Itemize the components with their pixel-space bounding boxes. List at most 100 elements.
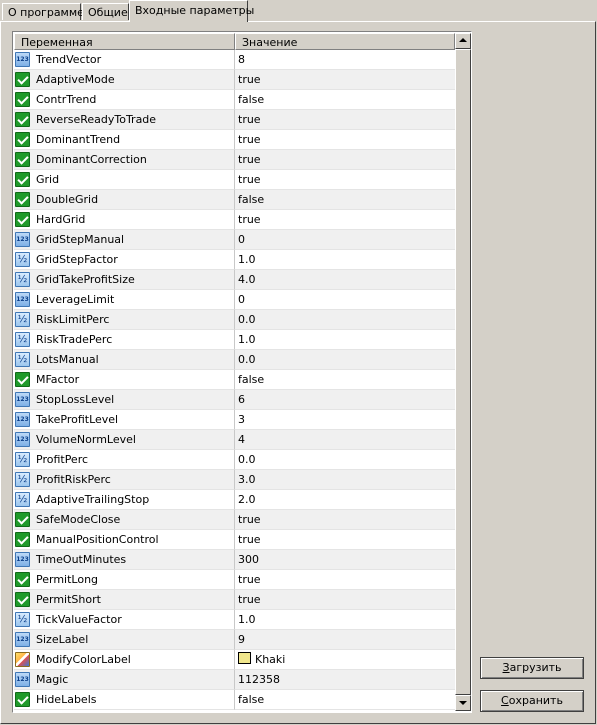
tab-inputs[interactable]: Входные параметры: [129, 0, 254, 22]
double-icon: [15, 272, 30, 287]
tab-about[interactable]: О программе: [2, 3, 84, 20]
parameter-name: VolumeNormLevel: [36, 433, 136, 446]
parameter-name-cell: HideLabels: [14, 690, 235, 710]
save-button-accel: С: [501, 694, 509, 707]
parameter-row[interactable]: GridStepManual 0: [14, 230, 455, 250]
parameter-value-cell[interactable]: 0.0: [235, 350, 455, 370]
parameter-value-cell[interactable]: 112358: [235, 670, 455, 690]
parameter-row[interactable]: MFactor false: [14, 370, 455, 390]
parameter-row[interactable]: DoubleGrid false: [14, 190, 455, 210]
arrow-up-icon: [459, 38, 467, 42]
parameter-row[interactable]: SafeModeClose true: [14, 510, 455, 530]
parameter-value-cell[interactable]: true: [235, 570, 455, 590]
column-header-variable[interactable]: Переменная: [14, 33, 235, 50]
column-header-value[interactable]: Значение: [235, 33, 455, 50]
parameter-name-cell: TickValueFactor: [14, 610, 235, 630]
parameter-row[interactable]: DominantCorrection true: [14, 150, 455, 170]
scroll-down-button[interactable]: [455, 695, 471, 711]
parameter-row[interactable]: TimeOutMinutes 300: [14, 550, 455, 570]
parameter-row[interactable]: SizeLabel 9: [14, 630, 455, 650]
parameter-value-cell[interactable]: 6: [235, 390, 455, 410]
parameter-value-cell[interactable]: 9: [235, 630, 455, 650]
parameter-value-cell[interactable]: 1.0: [235, 610, 455, 630]
parameter-row[interactable]: TrendVector 8: [14, 50, 455, 70]
parameter-value-cell[interactable]: 3.0: [235, 470, 455, 490]
parameter-row[interactable]: ProfitRiskPerc 3.0: [14, 470, 455, 490]
parameter-row[interactable]: Magic 112358: [14, 670, 455, 690]
vertical-scrollbar[interactable]: [455, 33, 471, 711]
parameter-row[interactable]: GridStepFactor 1.0: [14, 250, 455, 270]
parameter-row[interactable]: RiskLimitPerc 0.0: [14, 310, 455, 330]
parameter-value-cell[interactable]: false: [235, 370, 455, 390]
parameter-row[interactable]: ContrTrend false: [14, 90, 455, 110]
parameter-name-cell: GridTakeProfitSize: [14, 270, 235, 290]
parameter-value-cell[interactable]: 300: [235, 550, 455, 570]
parameter-value-cell[interactable]: 0: [235, 230, 455, 250]
parameter-value-cell[interactable]: true: [235, 70, 455, 90]
parameter-row[interactable]: TakeProfitLevel 3: [14, 410, 455, 430]
parameter-value: 1.0: [238, 253, 256, 266]
parameter-value-cell[interactable]: true: [235, 590, 455, 610]
parameter-row[interactable]: ManualPositionControl true: [14, 530, 455, 550]
parameter-row[interactable]: ModifyColorLabel Khaki: [14, 650, 455, 670]
parameter-name: HardGrid: [36, 213, 86, 226]
parameter-row[interactable]: LeverageLimit 0: [14, 290, 455, 310]
parameter-row[interactable]: Grid true: [14, 170, 455, 190]
parameter-value-cell[interactable]: 0: [235, 290, 455, 310]
save-button[interactable]: Сохранить: [480, 690, 584, 712]
load-button[interactable]: Загрузить: [480, 657, 584, 679]
parameter-row[interactable]: AdaptiveMode true: [14, 70, 455, 90]
parameter-value-cell[interactable]: true: [235, 170, 455, 190]
parameter-value-cell[interactable]: true: [235, 150, 455, 170]
scroll-up-button[interactable]: [455, 33, 471, 49]
parameter-value-cell[interactable]: 4: [235, 430, 455, 450]
double-icon: [15, 352, 30, 367]
parameter-row[interactable]: VolumeNormLevel 4: [14, 430, 455, 450]
parameter-value: 4.0: [238, 273, 256, 286]
parameter-row[interactable]: HardGrid true: [14, 210, 455, 230]
parameter-value-cell[interactable]: 4.0: [235, 270, 455, 290]
integer-icon: [15, 432, 30, 447]
parameter-value-cell[interactable]: false: [235, 90, 455, 110]
parameter-value-cell[interactable]: true: [235, 210, 455, 230]
parameter-value-cell[interactable]: true: [235, 130, 455, 150]
parameter-row[interactable]: ReverseReadyToTrade true: [14, 110, 455, 130]
boolean-icon: [15, 112, 30, 127]
parameter-value-cell[interactable]: 0.0: [235, 450, 455, 470]
parameter-row[interactable]: TickValueFactor 1.0: [14, 610, 455, 630]
parameter-value-cell[interactable]: 0.0: [235, 310, 455, 330]
parameter-name: RiskLimitPerc: [36, 313, 110, 326]
parameter-value-cell[interactable]: true: [235, 530, 455, 550]
parameter-value-cell[interactable]: 1.0: [235, 250, 455, 270]
parameter-row[interactable]: PermitLong true: [14, 570, 455, 590]
parameter-value-cell[interactable]: 3: [235, 410, 455, 430]
boolean-icon: [15, 592, 30, 607]
parameter-row[interactable]: HideLabels false: [14, 690, 455, 710]
parameter-name: RiskTradePerc: [36, 333, 113, 346]
parameter-row[interactable]: AdaptiveTrailingStop 2.0: [14, 490, 455, 510]
parameter-row[interactable]: GridTakeProfitSize 4.0: [14, 270, 455, 290]
parameter-value-cell[interactable]: true: [235, 110, 455, 130]
parameter-value-cell[interactable]: 8: [235, 50, 455, 70]
parameter-row[interactable]: ProfitPerc 0.0: [14, 450, 455, 470]
parameter-row[interactable]: LotsManual 0.0: [14, 350, 455, 370]
tab-common[interactable]: Общие: [82, 3, 129, 20]
scroll-thumb[interactable]: [455, 49, 471, 695]
parameter-name-cell: ProfitRiskPerc: [14, 470, 235, 490]
parameter-value-cell[interactable]: Khaki: [235, 650, 455, 670]
boolean-icon: [15, 512, 30, 527]
parameter-row[interactable]: RiskTradePerc 1.0: [14, 330, 455, 350]
parameter-value-cell[interactable]: true: [235, 510, 455, 530]
parameter-name: ReverseReadyToTrade: [36, 113, 157, 126]
parameter-name: GridTakeProfitSize: [36, 273, 135, 286]
parameter-value: 2.0: [238, 493, 256, 506]
parameter-value-cell[interactable]: false: [235, 190, 455, 210]
parameter-row[interactable]: PermitShort true: [14, 590, 455, 610]
parameter-value-cell[interactable]: 1.0: [235, 330, 455, 350]
parameter-value: true: [238, 213, 261, 226]
integer-icon: [15, 552, 30, 567]
parameter-value-cell[interactable]: 2.0: [235, 490, 455, 510]
parameter-row[interactable]: DominantTrend true: [14, 130, 455, 150]
parameter-value-cell[interactable]: false: [235, 690, 455, 710]
parameter-row[interactable]: StopLossLevel 6: [14, 390, 455, 410]
